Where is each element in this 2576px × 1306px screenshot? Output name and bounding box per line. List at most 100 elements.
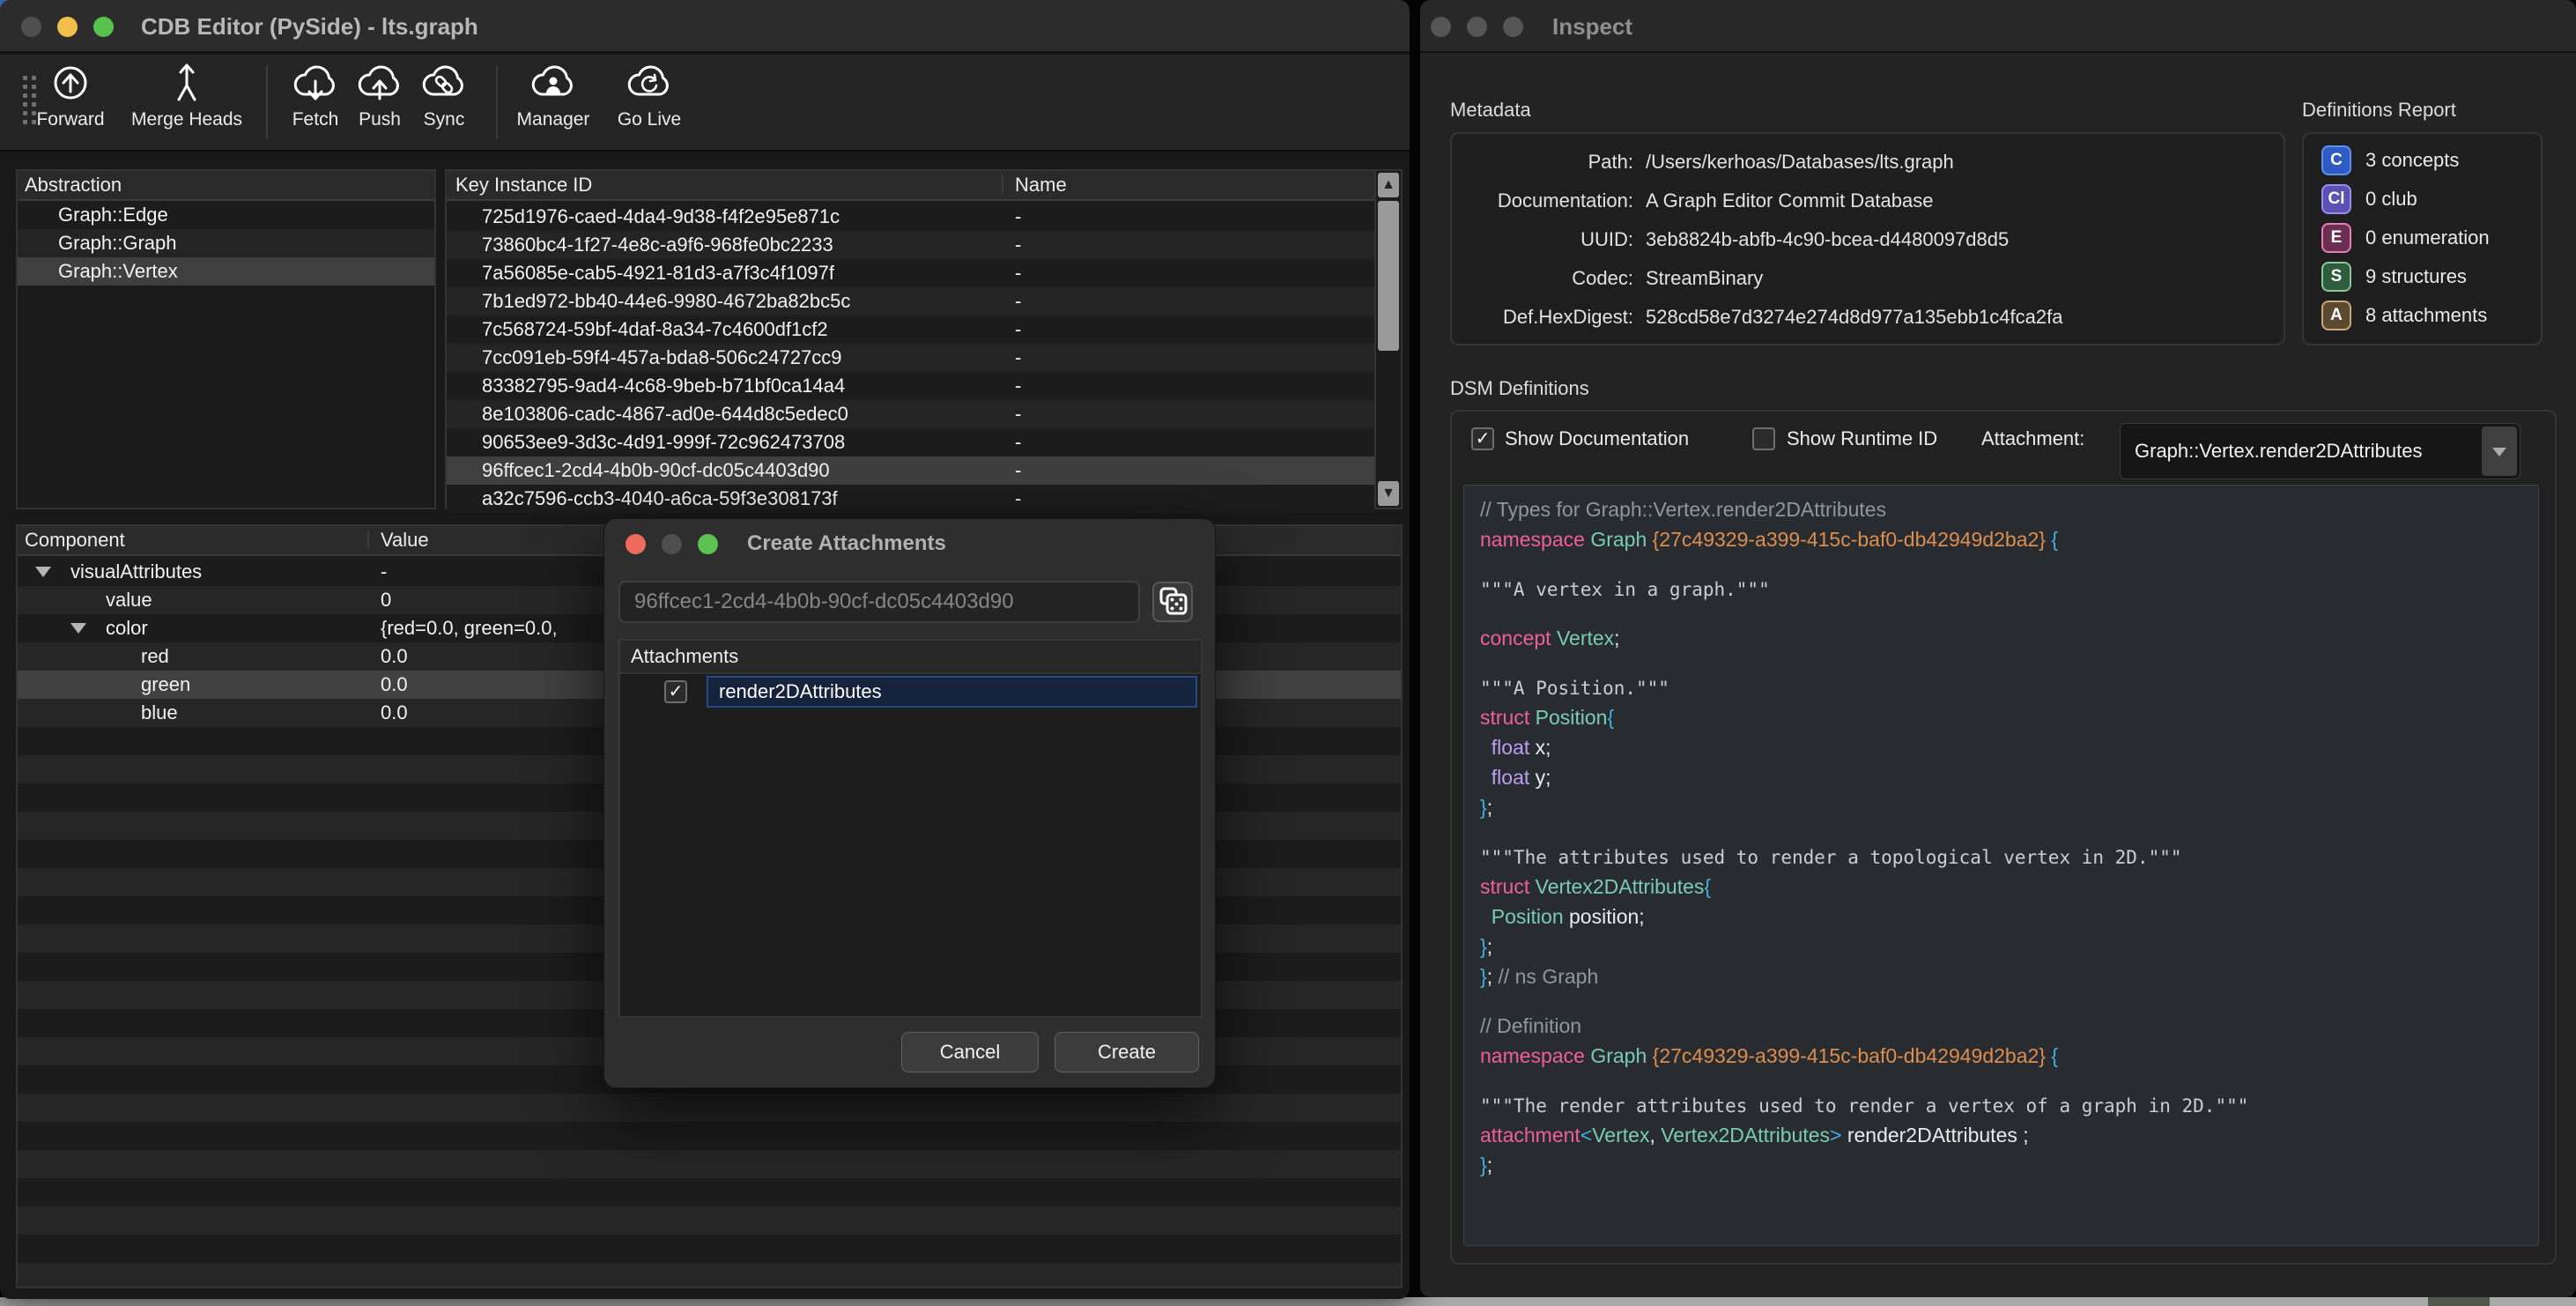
key-instance-id-cell: 90653ee9-3d3c-4d91-999f-72c962473708 xyxy=(482,428,845,456)
zoom-button[interactable] xyxy=(698,534,718,554)
table-row[interactable]: 725d1976-caed-4da4-9d38-f4f2e95e871c- xyxy=(447,203,1374,231)
code-token-br: { xyxy=(2046,1044,2058,1067)
cancel-button[interactable]: Cancel xyxy=(901,1032,1039,1072)
scrollbar-thumb[interactable] xyxy=(1378,201,1399,351)
column-divider[interactable] xyxy=(1002,174,1003,194)
toolbar-button-label: Push xyxy=(344,109,415,130)
component-cell: value xyxy=(106,586,152,614)
close-button[interactable] xyxy=(625,534,646,554)
code-line: }; // ns Graph xyxy=(1480,961,2522,991)
column-header-component[interactable]: Component xyxy=(25,526,125,554)
abstraction-item-graph-vertex[interactable]: Graph::Vertex xyxy=(18,257,434,286)
toolbar-button-manager[interactable]: Manager xyxy=(505,58,602,146)
create-button[interactable]: Create xyxy=(1055,1032,1199,1072)
abstraction-item-graph-graph[interactable]: Graph::Graph xyxy=(18,229,434,257)
instance-id-input[interactable]: 96ffcec1-2cd4-4b0b-90cf-dc05c4403d90 xyxy=(618,581,1140,623)
toolbar-button-fetch[interactable]: Fetch xyxy=(276,58,355,146)
name-cell: - xyxy=(1015,231,1021,259)
code-blank-line xyxy=(1480,1071,2522,1090)
toolbar-button-forward[interactable]: Forward xyxy=(22,58,119,146)
attachment-dropdown[interactable]: Graph::Vertex.render2DAttributes xyxy=(2120,423,2520,479)
toolbar-button-push[interactable]: Push xyxy=(344,58,415,146)
dsm-code-view[interactable]: // Types for Graph::Vertex.render2DAttri… xyxy=(1463,485,2539,1246)
code-token-br: { xyxy=(1607,706,1614,729)
table-row[interactable]: 7cc091eb-59f4-457a-bda8-506c24727cc9- xyxy=(447,344,1374,372)
toolbar-button-label: Manager xyxy=(505,109,602,130)
table-row[interactable]: 7c568724-59bf-4daf-8a34-7c4600df1cf2- xyxy=(447,315,1374,344)
window-title: Inspect xyxy=(1552,0,1632,53)
attachment-row[interactable]: ✓ render2DAttributes xyxy=(620,674,1201,709)
code-token-cm: // Definition xyxy=(1480,1014,1581,1037)
code-token-kw: attachment xyxy=(1480,1124,1580,1146)
attachment-label: Attachment: xyxy=(1981,425,2084,453)
minimize-button[interactable] xyxy=(57,17,78,37)
toolbar-button-merge-heads[interactable]: Merge Heads xyxy=(121,58,253,146)
toolbar-button-go-live[interactable]: Go Live xyxy=(601,58,698,146)
column-header-value[interactable]: Value xyxy=(381,526,429,554)
table-row[interactable]: 73860bc4-1f27-4e8c-a9f6-968fe0bc2233- xyxy=(447,231,1374,259)
scroll-up-arrow-icon[interactable]: ▲ xyxy=(1378,173,1399,197)
toolbar-button-sync[interactable]: Sync xyxy=(409,58,479,146)
table-row[interactable]: 90653ee9-3d3c-4d91-999f-72c962473708- xyxy=(447,428,1374,456)
create-attachments-dialog: Create Attachments 96ffcec1-2cd4-4b0b-90… xyxy=(603,518,1216,1088)
code-token-ty: Vertex xyxy=(1557,627,1614,649)
code-token-br: } xyxy=(1480,1154,1487,1176)
component-cell: red xyxy=(141,642,169,671)
report-item: Cl0 club xyxy=(2304,180,2541,219)
chevron-down-icon[interactable] xyxy=(2482,427,2517,476)
code-line: """A vertex in a graph.""" xyxy=(1480,574,2522,604)
code-token-pl: position; xyxy=(1569,905,1645,928)
column-header-key-instance-id[interactable]: Key Instance ID xyxy=(455,171,592,199)
zoom-button[interactable] xyxy=(93,17,114,37)
dialog-titlebar[interactable]: Create Attachments xyxy=(604,519,1215,568)
code-line: attachment<Vertex, Vertex2DAttributes> r… xyxy=(1480,1120,2522,1150)
show-runtime-id-checkbox[interactable] xyxy=(1752,427,1775,450)
show-documentation-checkbox[interactable]: ✓ xyxy=(1471,427,1494,450)
code-token-ty: Position xyxy=(1480,905,1569,928)
abstraction-item-graph-edge[interactable]: Graph::Edge xyxy=(18,201,434,229)
name-cell: - xyxy=(1015,400,1021,428)
expander-arrow-icon[interactable] xyxy=(35,567,51,577)
code-token-ty: Vertex2DAttributes xyxy=(1536,875,1705,898)
table-row[interactable]: 96ffcec1-2cd4-4b0b-90cf-dc05c4403d90- xyxy=(447,456,1374,485)
code-line: """A Position.""" xyxy=(1480,672,2522,702)
key-instance-id-cell: 7cc091eb-59f4-457a-bda8-506c24727cc9 xyxy=(482,344,842,372)
code-line: float y; xyxy=(1480,762,2522,792)
key-instance-id-cell: 96ffcec1-2cd4-4b0b-90cf-dc05c4403d90 xyxy=(482,456,830,485)
table-row[interactable]: 83382795-9ad4-4c68-9beb-b71bf0ca14a4- xyxy=(447,372,1374,400)
close-button[interactable] xyxy=(21,17,41,37)
toolbar-button-label: Go Live xyxy=(601,109,698,130)
scroll-down-arrow-icon[interactable]: ▼ xyxy=(1378,481,1399,506)
value-cell: 0.0 xyxy=(381,642,408,671)
minimize-button[interactable] xyxy=(1467,17,1487,37)
table-row[interactable]: 7a56085e-cab5-4921-81d3-a7f3c4f1097f- xyxy=(447,259,1374,287)
key-instance-id-cell: 725d1976-caed-4da4-9d38-f4f2e95e871c xyxy=(482,203,840,231)
table-row[interactable]: 8e103806-cadc-4867-ad0e-644d8c5edec0- xyxy=(447,400,1374,428)
code-line: }; xyxy=(1480,931,2522,961)
random-uuid-button[interactable] xyxy=(1152,582,1193,622)
abstraction-panel: Abstraction Graph::EdgeGraph::GraphGraph… xyxy=(16,169,436,509)
table-row[interactable]: a32c7596-ccb3-4040-a6ca-59f3e308173f- xyxy=(447,485,1374,513)
attachment-checkbox[interactable]: ✓ xyxy=(664,680,687,703)
expander-arrow-icon[interactable] xyxy=(70,623,86,634)
vertical-scrollbar[interactable]: ▲ ▼ xyxy=(1374,171,1401,508)
zoom-button[interactable] xyxy=(1503,17,1523,37)
code-token-pl: , xyxy=(1649,1124,1661,1146)
code-line: // Types for Graph::Vertex.render2DAttri… xyxy=(1480,494,2522,524)
component-cell: visualAttributes xyxy=(70,558,202,586)
column-header-name[interactable]: Name xyxy=(1015,171,1067,199)
minimize-button[interactable] xyxy=(662,534,682,554)
close-button[interactable] xyxy=(1431,17,1451,37)
attachment-dropdown-value: Graph::Vertex.render2DAttributes xyxy=(2135,440,2423,462)
column-divider[interactable] xyxy=(367,530,369,549)
cdb-editor-titlebar[interactable]: CDB Editor (PySide) - lts.graph xyxy=(0,0,1410,53)
code-token-br: > xyxy=(1830,1124,1841,1146)
metadata-value: StreamBinary xyxy=(1633,259,1763,298)
table-row[interactable]: 7b1ed972-bb40-44e6-9980-4672ba82bc5c- xyxy=(447,287,1374,315)
code-token-cm: // Types for Graph::Vertex.render2DAttri… xyxy=(1480,498,1886,521)
metadata-label: Codec: xyxy=(1452,259,1633,298)
key-instance-id-cell: 7a56085e-cab5-4921-81d3-a7f3c4f1097f xyxy=(482,259,834,287)
code-token-pl: y; xyxy=(1536,766,1551,789)
code-blank-line xyxy=(1480,822,2522,842)
inspect-titlebar[interactable]: Inspect xyxy=(1420,0,2576,53)
